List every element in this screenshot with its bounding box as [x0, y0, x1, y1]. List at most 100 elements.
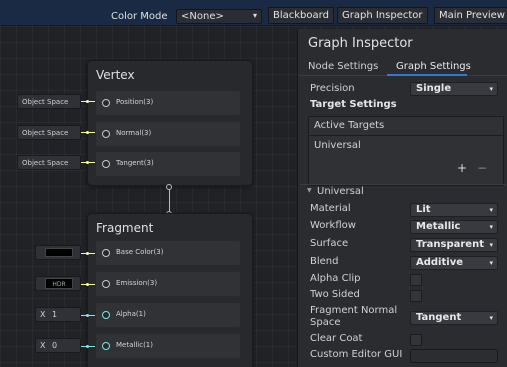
- alpha-value-field[interactable]: X 1: [35, 307, 81, 322]
- vertex-node-title: Vertex: [96, 68, 135, 82]
- port-icon[interactable]: [102, 280, 110, 288]
- two-sided-label: Two Sided: [310, 289, 360, 300]
- precision-dropdown[interactable]: Single ▾: [410, 82, 498, 96]
- emission-field[interactable]: HDR: [35, 276, 81, 291]
- wire-dot: [86, 131, 89, 134]
- surface-dropdown[interactable]: Transparent ▾: [410, 238, 498, 252]
- universal-section-label: Universal: [317, 186, 364, 197]
- port-icon[interactable]: [102, 311, 110, 319]
- port-icon[interactable]: [102, 130, 110, 138]
- remove-target-button[interactable]: −: [477, 161, 487, 175]
- toolbar: Color Mode <None> ▾ Blackboard Graph Ins…: [0, 0, 507, 26]
- custom-editor-gui-label: Custom Editor GUI: [310, 349, 403, 360]
- color-swatch[interactable]: [45, 248, 73, 257]
- active-target-universal[interactable]: Universal: [314, 140, 361, 151]
- emission-slot-label: Emission(3): [116, 279, 158, 287]
- chevron-down-icon: ▾: [489, 314, 493, 322]
- position-slot-label: Position(3): [116, 98, 154, 106]
- inspector-title: Graph Inspector: [308, 36, 413, 51]
- fragment-normal-label: Fragment Normal: [310, 305, 398, 316]
- two-sided-checkbox[interactable]: [410, 290, 422, 302]
- position-space-field[interactable]: Object Space: [17, 94, 81, 109]
- port-icon[interactable]: [102, 99, 110, 107]
- alpha-value: 1: [52, 310, 58, 319]
- metallic-value: 0: [52, 341, 58, 350]
- tab-node-settings[interactable]: Node Settings: [308, 61, 378, 72]
- connector-port-top[interactable]: [166, 184, 172, 190]
- color-mode-label: Color Mode: [111, 11, 168, 22]
- chevron-down-icon: ▾: [489, 206, 493, 214]
- wire-dot: [86, 283, 89, 286]
- fragment-normal-value: Tangent: [416, 312, 462, 323]
- material-label: Material: [310, 203, 351, 214]
- active-targets-divider: [309, 135, 503, 136]
- port-icon[interactable]: [102, 342, 110, 350]
- target-settings-heading: Target Settings: [310, 99, 397, 110]
- workflow-value: Metallic: [416, 221, 461, 232]
- chevron-down-icon: ▾: [252, 11, 257, 20]
- metallic-slot[interactable]: Metallic(1): [96, 334, 240, 358]
- base-color-slot[interactable]: Base Color(3): [96, 241, 240, 265]
- vertex-node[interactable]: Vertex Position(3) Normal(3) Tangent(3): [87, 60, 253, 186]
- tab-graph-settings[interactable]: Graph Settings: [396, 61, 471, 72]
- normal-slot[interactable]: Normal(3): [96, 122, 240, 146]
- wire-dot: [86, 161, 89, 164]
- clear-coat-label: Clear Coat: [310, 333, 363, 344]
- tangent-space-field[interactable]: Object Space: [17, 155, 81, 170]
- active-targets-list: Active Targets Universal + −: [308, 116, 504, 186]
- wire-dot: [86, 314, 89, 317]
- section-arrow-icon: ▼: [307, 187, 312, 194]
- custom-editor-gui-field[interactable]: [410, 349, 498, 363]
- surface-label: Surface: [310, 238, 349, 249]
- base-color-field[interactable]: [35, 245, 81, 260]
- chevron-down-icon: ▾: [489, 259, 493, 267]
- workflow-label: Workflow: [310, 220, 356, 231]
- port-icon[interactable]: [102, 249, 110, 257]
- clear-coat-checkbox[interactable]: [410, 334, 422, 346]
- active-tab-indicator: [387, 74, 467, 76]
- normal-space-field[interactable]: Object Space: [17, 125, 81, 140]
- alpha-slot[interactable]: Alpha(1): [96, 303, 240, 327]
- material-dropdown[interactable]: Lit ▾: [410, 203, 498, 217]
- precision-value: Single: [416, 83, 452, 94]
- alpha-clip-label: Alpha Clip: [310, 273, 361, 284]
- port-icon[interactable]: [102, 160, 110, 168]
- alpha-x-label: X: [40, 310, 46, 319]
- wire-dot: [86, 100, 89, 103]
- fragment-node-title: Fragment: [96, 221, 154, 235]
- add-target-button[interactable]: +: [457, 161, 467, 175]
- tangent-slot-label: Tangent(3): [116, 159, 154, 167]
- material-value: Lit: [416, 204, 431, 215]
- blend-dropdown[interactable]: Additive ▾: [410, 256, 498, 270]
- inspector-tabs: Node Settings Graph Settings: [298, 58, 507, 76]
- position-slot[interactable]: Position(3): [96, 91, 240, 115]
- hdr-swatch[interactable]: HDR: [45, 278, 73, 289]
- metallic-value-field[interactable]: X 0: [35, 338, 81, 353]
- blend-label: Blend: [310, 256, 339, 267]
- fragment-node[interactable]: Fragment Base Color(3) Emission(3) Alpha…: [87, 213, 253, 367]
- active-targets-label: Active Targets: [314, 120, 385, 131]
- tangent-slot[interactable]: Tangent(3): [96, 152, 240, 176]
- universal-section-header[interactable]: ▼ Universal: [300, 184, 506, 198]
- fragment-normal-label-space: Space: [310, 317, 341, 328]
- base-color-slot-label: Base Color(3): [116, 248, 164, 256]
- blend-value: Additive: [416, 257, 463, 268]
- surface-value: Transparent: [416, 239, 484, 250]
- color-mode-value: <None>: [181, 11, 224, 22]
- wire-dot: [86, 252, 89, 255]
- metallic-x-label: X: [40, 341, 46, 350]
- workflow-dropdown[interactable]: Metallic ▾: [410, 220, 498, 234]
- main-preview-button[interactable]: Main Preview: [434, 7, 507, 24]
- color-mode-dropdown[interactable]: <None> ▾: [176, 9, 262, 24]
- precision-label: Precision: [310, 83, 355, 94]
- metallic-slot-label: Metallic(1): [116, 341, 153, 349]
- blackboard-button[interactable]: Blackboard: [268, 7, 334, 24]
- alpha-slot-label: Alpha(1): [116, 310, 146, 318]
- chevron-down-icon: ▾: [489, 223, 493, 231]
- alpha-clip-checkbox[interactable]: [410, 274, 422, 286]
- emission-slot[interactable]: Emission(3): [96, 272, 240, 296]
- chevron-down-icon: ▾: [489, 241, 493, 249]
- graph-inspector-button[interactable]: Graph Inspector: [337, 7, 428, 24]
- fragment-normal-dropdown[interactable]: Tangent ▾: [410, 311, 498, 325]
- wire-dot: [86, 345, 89, 348]
